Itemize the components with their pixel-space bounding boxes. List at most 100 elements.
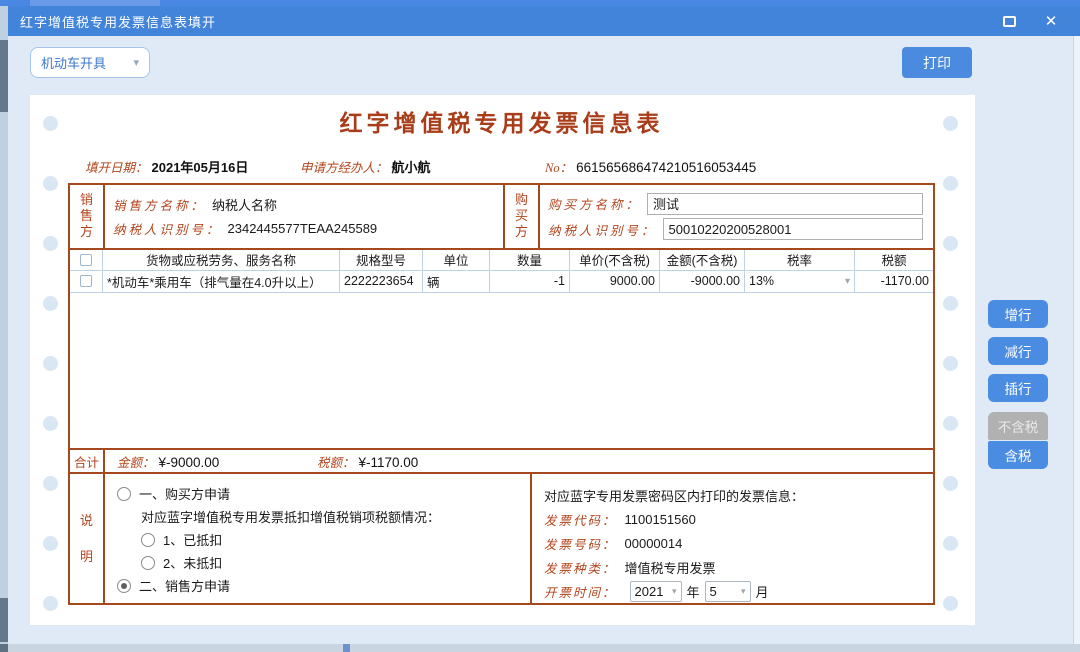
month-unit: 月 — [756, 582, 769, 601]
agent-label: 申请方经办人： — [300, 161, 388, 175]
year-unit: 年 — [687, 582, 700, 601]
decorative-dot — [43, 176, 58, 191]
invoice-type-dropdown[interactable]: 机动车开具 ▾ — [30, 47, 150, 78]
item-name-cell[interactable]: *机动车*乘用车（排气量在4.0升以上） — [103, 271, 340, 292]
form-title: 红字增值税专用发票信息表 — [68, 104, 935, 138]
decorative-dot — [943, 596, 958, 611]
item-amount-cell[interactable]: -9000.00 — [660, 271, 745, 292]
left-edge-segment — [0, 40, 8, 112]
buyer-name-label: 购买方名称： — [548, 194, 641, 213]
items-empty-area — [70, 293, 933, 449]
bottom-notch — [343, 644, 350, 652]
month-select[interactable]: 5▾ — [705, 581, 751, 602]
buyer-taxid-input[interactable]: 50010220200528001 — [663, 218, 923, 240]
items-table: 货物或应税劳务、服务名称 规格型号 单位 数量 单价(不含税) 金额(不含税) … — [70, 250, 933, 449]
seller-name-value: 纳税人名称 — [212, 195, 277, 214]
bottom-corner — [0, 644, 8, 652]
total-amount-label: 金额： — [117, 456, 155, 470]
buyer-side-label: 购买方 — [505, 185, 540, 248]
insert-row-button[interactable]: 插行 — [988, 374, 1048, 402]
invoice-number-value: 00000014 — [625, 536, 683, 551]
titlebar[interactable]: 红字增值税专用发票信息表填开 ✕ — [8, 6, 1080, 36]
deduction-note: 对应蓝字增值税专用发票抵扣增值税销项税额情况： — [105, 505, 530, 528]
background-window-bottom-edge — [0, 644, 1080, 652]
buyer-name-input[interactable]: 测试 — [647, 193, 923, 215]
total-label-text: 合计 — [74, 452, 99, 471]
invoice-type-value: 增值税专用发票 — [625, 558, 716, 577]
item-unit-cell[interactable]: 辆 — [423, 271, 490, 292]
invoice-type-value: 机动车开具 — [41, 53, 106, 72]
radio-seller-apply[interactable] — [117, 579, 131, 593]
item-spec-cell[interactable]: 2222223654 — [340, 271, 423, 292]
seller-side-label: 销售方 — [70, 185, 105, 248]
chevron-down-icon: ▾ — [133, 56, 139, 69]
tax-included-button[interactable]: 含税 — [988, 441, 1048, 469]
party-section: 销售方 销售方名称：纳税人名称 纳税人识别号：2342445577TEAA245… — [70, 185, 933, 250]
blue-invoice-heading: 对应蓝字专用发票密码区内打印的发票信息： — [544, 483, 933, 507]
decorative-dot — [943, 236, 958, 251]
year-select[interactable]: 2021▾ — [630, 581, 682, 602]
invoice-number-label: 发票号码： — [544, 534, 617, 553]
add-row-button[interactable]: 增行 — [988, 300, 1048, 328]
option-buyer-apply[interactable]: 一、购买方申请 — [105, 482, 530, 505]
option-seller-apply-label: 二、销售方申请 — [139, 576, 230, 595]
fill-date-field: 填开日期：2021年05月16日 — [85, 157, 248, 176]
scrollbar-track[interactable] — [1073, 36, 1080, 644]
background-window-left-edge — [0, 6, 8, 652]
seller-fields: 销售方名称：纳税人名称 纳税人识别号：2342445577TEAA245589 — [105, 185, 505, 248]
option-not-deducted[interactable]: 2、未抵扣 — [105, 551, 530, 574]
remove-row-button[interactable]: 减行 — [988, 337, 1048, 365]
application-type-options: 一、购买方申请 对应蓝字增值税专用发票抵扣增值税销项税额情况： 1、已抵扣 2、… — [105, 474, 532, 603]
item-qty-cell[interactable]: -1 — [490, 271, 570, 292]
col-amount: 金额(不含税) — [660, 250, 745, 270]
close-button[interactable]: ✕ — [1034, 6, 1068, 36]
agent-field: 申请方经办人：航小航 — [300, 157, 431, 176]
select-all-checkbox[interactable] — [80, 254, 92, 266]
total-tax-value: ¥-1170.00 — [359, 455, 419, 470]
decorative-dot — [943, 176, 958, 191]
buyer-fields: 购买方名称：测试 纳税人识别号：50010220200528001 — [540, 185, 933, 248]
decorative-dot — [943, 536, 958, 551]
item-tax-rate-dropdown[interactable]: 13% ▾ — [745, 271, 855, 292]
decorative-dot — [943, 296, 958, 311]
option-buyer-apply-label: 一、购买方申请 — [139, 484, 230, 503]
radio-buyer-apply[interactable] — [117, 487, 131, 501]
form-number-label: No： — [545, 161, 572, 175]
print-button[interactable]: 打印 — [902, 47, 972, 78]
buyer-side-text: 购买方 — [514, 192, 529, 240]
col-unit: 单位 — [423, 250, 490, 270]
option-not-deducted-label: 2、未抵扣 — [163, 553, 222, 572]
item-tax-cell[interactable]: -1170.00 — [855, 271, 933, 292]
decorative-dot — [943, 476, 958, 491]
decorative-dot — [943, 416, 958, 431]
form-number-value: 661565686474210516053445 — [576, 160, 756, 175]
maximize-button[interactable] — [992, 6, 1026, 36]
total-tax-label: 税额： — [317, 456, 355, 470]
seller-side-text: 销售方 — [79, 192, 94, 240]
invoice-time-label: 开票时间： — [544, 582, 617, 601]
item-row[interactable]: *机动车*乘用车（排气量在4.0升以上） 2222223654 辆 -1 900… — [70, 271, 933, 293]
year-value: 2021 — [635, 584, 664, 599]
invoice-code-value: 1100151560 — [625, 512, 696, 527]
blue-invoice-info: 对应蓝字专用发票密码区内打印的发票信息： 发票代码： 1100151560 发票号… — [532, 474, 933, 603]
invoice-code-label: 发票代码： — [544, 510, 617, 529]
app-window: 红字增值税专用发票信息表填开 ✕ 机动车开具 ▾ 打印 红字增值税专用发票信息表… — [0, 0, 1080, 652]
radio-deducted[interactable] — [141, 533, 155, 547]
radio-not-deducted[interactable] — [141, 556, 155, 570]
option-deducted-label: 1、已抵扣 — [163, 530, 222, 549]
item-price-cell[interactable]: 9000.00 — [570, 271, 660, 292]
remarks-side-text: 说明 — [79, 503, 94, 575]
total-row: 合计 金额： ¥-9000.00 税额： ¥-1170.00 — [70, 448, 933, 472]
close-icon: ✕ — [1045, 12, 1058, 30]
option-deducted[interactable]: 1、已抵扣 — [105, 528, 530, 551]
total-side-label: 合计 — [70, 450, 105, 472]
col-unit-price: 单价(不含税) — [570, 250, 660, 270]
tax-excluded-button[interactable]: 不含税 — [988, 412, 1048, 440]
option-seller-apply[interactable]: 二、销售方申请 — [105, 574, 530, 597]
red-invoice-form: 销售方 销售方名称：纳税人名称 纳税人识别号：2342445577TEAA245… — [68, 183, 935, 605]
chevron-down-icon: ▾ — [741, 586, 746, 597]
maximize-icon — [1003, 16, 1016, 27]
total-amount-value: ¥-9000.00 — [159, 455, 220, 470]
item-tax-rate-value: 13% — [749, 274, 774, 288]
row-checkbox[interactable] — [80, 275, 92, 287]
